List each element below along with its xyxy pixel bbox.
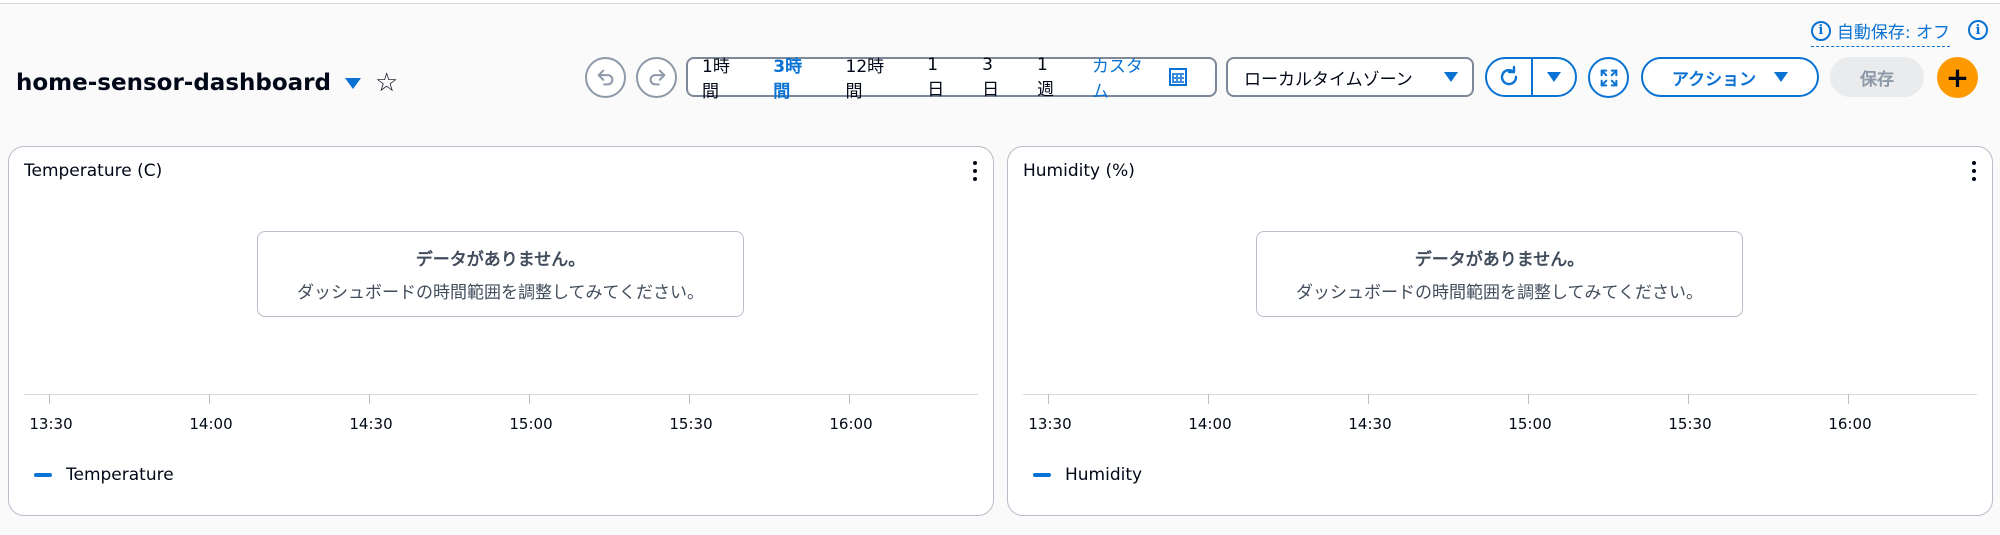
x-tick [209, 394, 210, 404]
page-title: home-sensor-dashboard [16, 70, 331, 96]
range-option-12h[interactable]: 12時間 [846, 52, 900, 102]
time-range-selector: 1時間 3時間 12時間 1日 3日 1週 カスタム [686, 55, 1217, 102]
x-tick [1048, 394, 1049, 404]
range-option-3h[interactable]: 3時間 [773, 52, 817, 102]
x-tick-label: 14:30 [349, 415, 393, 433]
chevron-down-icon [1547, 72, 1561, 82]
top-border [0, 0, 2000, 4]
timezone-select[interactable]: ローカルタイムゾーン [1226, 57, 1474, 97]
x-tick-label: 13:30 [29, 415, 73, 433]
x-tick-label: 14:00 [1188, 415, 1232, 433]
widget-humidity: Humidity (%) データがありません。 ダッシュボードの時間範囲を調整し… [1007, 146, 1993, 516]
legend-swatch [34, 473, 52, 477]
widget-menu-icon[interactable] [1972, 161, 1976, 181]
x-tick [49, 394, 50, 404]
range-option-1d[interactable]: 1日 [927, 55, 954, 100]
x-tick [529, 394, 530, 404]
widget-title: Humidity (%) [1023, 161, 1135, 181]
range-option-custom[interactable]: カスタム [1092, 52, 1158, 102]
dashboard-switcher-caret-icon[interactable] [344, 77, 361, 89]
fullscreen-button[interactable] [1588, 57, 1629, 98]
help-info-icon[interactable]: i [1968, 20, 1988, 40]
timezone-label: ローカルタイムゾーン [1244, 69, 1413, 90]
no-data-title: データがありません。 [415, 250, 586, 270]
autosave-toggle[interactable]: i 自動保存: オフ [1810, 18, 1950, 47]
x-tick-label: 15:30 [1668, 415, 1712, 433]
legend-item[interactable]: Temperature [34, 465, 174, 485]
x-tick-label: 16:00 [829, 415, 873, 433]
refresh-interval-dropdown[interactable] [1533, 72, 1575, 82]
x-tick-label: 14:30 [1348, 415, 1392, 433]
actions-button[interactable]: アクション [1641, 57, 1819, 97]
calendar-icon[interactable] [1169, 68, 1187, 86]
x-tick [369, 394, 370, 404]
widget-temperature: Temperature (C) データがありません。 ダッシュボードの時間範囲を… [8, 146, 994, 516]
save-button[interactable]: 保存 [1830, 57, 1924, 97]
x-tick [1528, 394, 1529, 404]
widget-menu-icon[interactable] [973, 161, 977, 181]
x-axis [24, 394, 978, 395]
legend-swatch [1033, 473, 1051, 477]
info-icon: i [1810, 20, 1831, 41]
expand-icon [1600, 69, 1617, 86]
range-option-1h[interactable]: 1時間 [702, 52, 745, 102]
x-tick-label: 15:00 [509, 415, 553, 433]
legend-label: Humidity [1065, 465, 1143, 485]
no-data-title: データがありません。 [1414, 250, 1585, 270]
dashboard-title-area: home-sensor-dashboard ☆ [16, 70, 398, 96]
redo-button[interactable] [636, 56, 677, 98]
widget-title: Temperature (C) [24, 161, 163, 181]
no-data-message: データがありません。 ダッシュボードの時間範囲を調整してみてください。 [1256, 231, 1743, 317]
x-tick-label: 14:00 [189, 415, 233, 433]
undo-icon [597, 69, 613, 86]
refresh-split-button [1485, 57, 1577, 97]
legend-label: Temperature [66, 465, 174, 485]
x-tick-label: 13:30 [1028, 415, 1072, 433]
legend-item[interactable]: Humidity [1033, 465, 1142, 485]
actions-label: アクション [1671, 69, 1757, 90]
x-tick [1688, 394, 1689, 404]
history-controls [585, 56, 677, 98]
x-tick [849, 394, 850, 404]
chevron-down-icon [1444, 72, 1458, 82]
autosave-label: 自動保存: オフ [1836, 23, 1950, 43]
x-tick [1368, 394, 1369, 404]
no-data-body: ダッシュボードの時間範囲を調整してみてください。 [1296, 283, 1703, 303]
x-axis [1023, 394, 1977, 395]
redo-icon [649, 69, 665, 86]
range-option-3d[interactable]: 3日 [982, 55, 1009, 100]
x-tick-label: 15:00 [1508, 415, 1552, 433]
x-tick-label: 15:30 [669, 415, 713, 433]
no-data-body: ダッシュボードの時間範囲を調整してみてください。 [297, 283, 704, 303]
x-tick [689, 394, 690, 404]
x-tick [1208, 394, 1209, 404]
favorite-star-icon[interactable]: ☆ [375, 70, 398, 96]
add-widget-button[interactable]: + [1937, 57, 1978, 98]
no-data-message: データがありません。 ダッシュボードの時間範囲を調整してみてください。 [257, 231, 744, 317]
undo-button[interactable] [585, 56, 626, 98]
refresh-button[interactable] [1487, 59, 1533, 95]
refresh-icon [1500, 65, 1518, 86]
x-tick-label: 16:00 [1828, 415, 1872, 433]
range-option-1w[interactable]: 1週 [1037, 55, 1064, 100]
x-tick [1848, 394, 1849, 404]
chevron-down-icon [1774, 72, 1789, 82]
